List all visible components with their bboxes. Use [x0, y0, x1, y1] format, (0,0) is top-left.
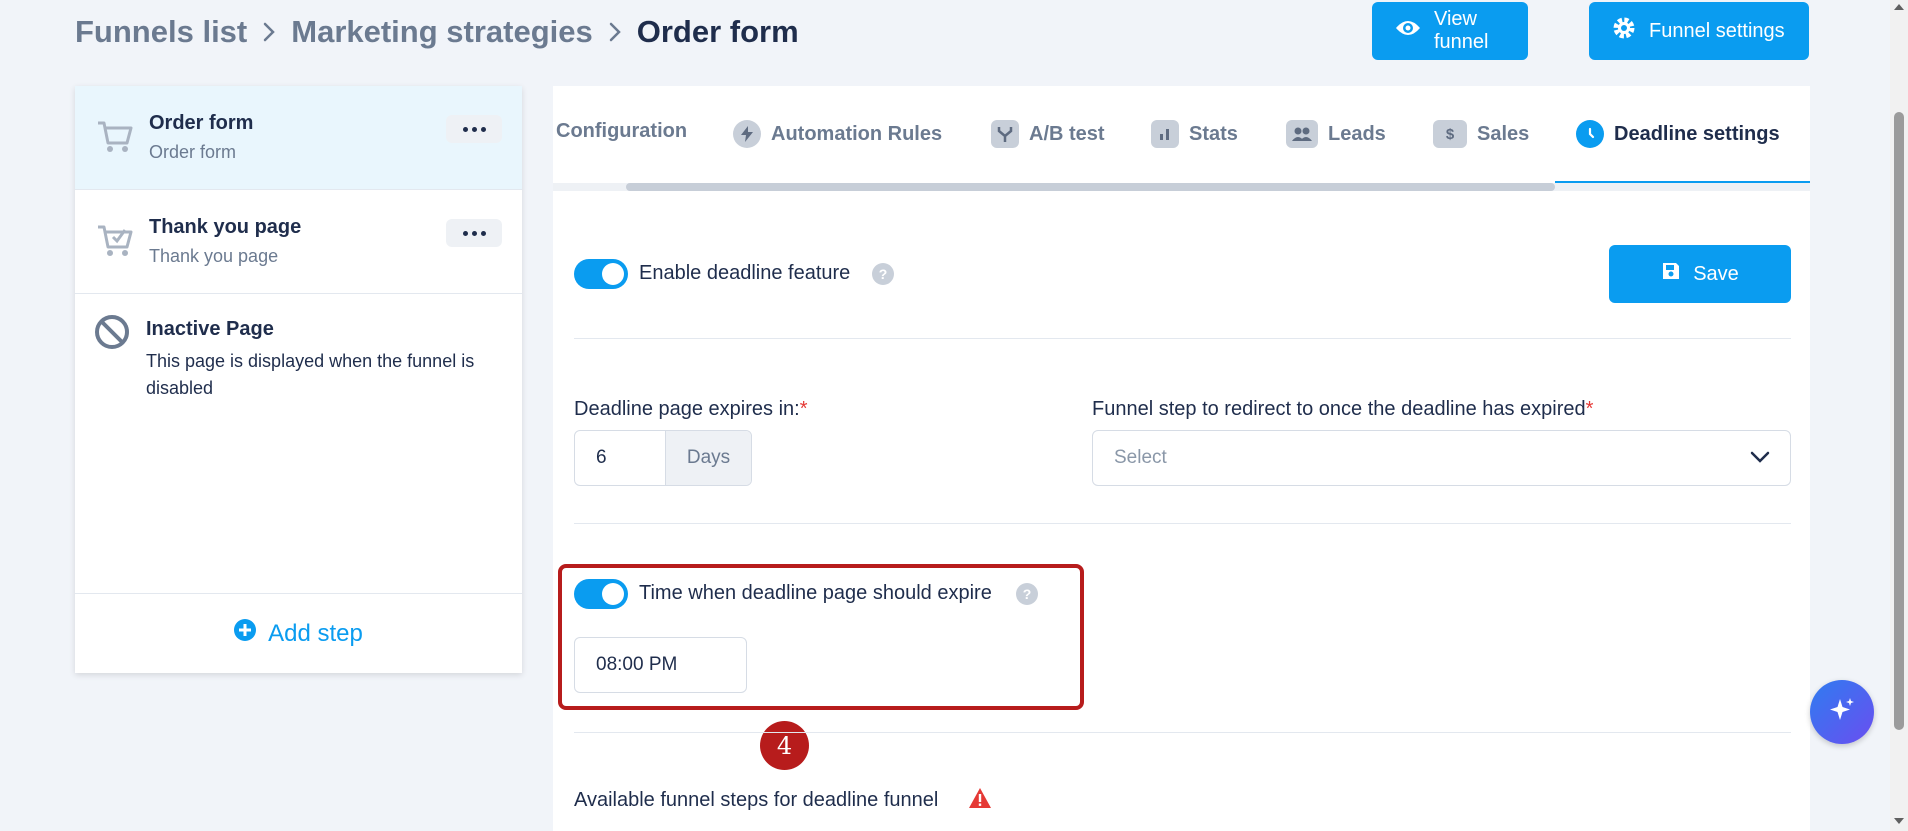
breadcrumb: Funnels list Marketing strategies Order …	[75, 12, 799, 52]
tabs-bar: Configuration Automation Rules A/B test …	[553, 86, 1810, 191]
gear-icon	[1611, 15, 1637, 47]
tab-deadline-settings[interactable]: Deadline settings	[1576, 120, 1780, 148]
tab-leads[interactable]: Leads	[1286, 120, 1386, 148]
save-label: Save	[1693, 262, 1739, 285]
view-funnel-label: View funnel	[1434, 8, 1489, 53]
step-more-button[interactable]	[446, 219, 502, 247]
tab-label: Deadline settings	[1614, 122, 1780, 145]
breadcrumb-funnels-list[interactable]: Funnels list	[75, 14, 247, 50]
funnel-settings-button[interactable]: Funnel settings	[1589, 2, 1809, 60]
ban-icon	[94, 314, 134, 354]
expires-in-unit: Days	[665, 431, 751, 485]
save-button[interactable]: Save	[1609, 245, 1791, 303]
step-description: This page is displayed when the funnel i…	[146, 351, 475, 398]
step-more-button[interactable]	[446, 115, 502, 143]
step-title: Inactive Page	[146, 318, 274, 340]
scroll-down-icon[interactable]	[1894, 818, 1904, 824]
expires-in-input[interactable]: 6	[575, 431, 665, 485]
chevron-down-icon	[1750, 447, 1770, 469]
deadline-settings-panel: Configuration Automation Rules A/B test …	[553, 86, 1810, 831]
tabs-scrollbar-thumb[interactable]	[626, 183, 1555, 191]
floppy-disk-icon	[1661, 261, 1681, 287]
plus-circle-icon	[234, 619, 257, 648]
active-tab-indicator	[1555, 181, 1810, 183]
step-subtitle: Order form	[149, 142, 237, 162]
expires-in-field: 6 Days	[574, 430, 752, 486]
cart-check-icon	[95, 220, 135, 260]
redirect-step-select[interactable]: Select	[1092, 430, 1791, 486]
tab-configuration[interactable]: Configuration	[556, 120, 687, 143]
tab-stats[interactable]: Stats	[1151, 120, 1238, 148]
step-subtitle: Thank you page	[149, 246, 279, 266]
view-funnel-button[interactable]: View funnel	[1372, 2, 1528, 60]
step-title: Order form	[149, 112, 254, 134]
split-icon	[991, 120, 1019, 148]
redirect-step-placeholder: Select	[1114, 447, 1167, 468]
scroll-up-icon[interactable]	[1894, 4, 1904, 10]
divider	[574, 523, 1791, 524]
sidebar-step-inactive-page[interactable]: Inactive Page This page is displayed whe…	[75, 294, 522, 594]
tab-label: Automation Rules	[771, 122, 943, 145]
expires-in-text: Deadline page expires in:	[574, 398, 800, 420]
funnel-settings-label: Funnel settings	[1649, 19, 1785, 42]
bolt-icon	[733, 120, 761, 148]
enable-deadline-label: Enable deadline feature	[639, 262, 851, 284]
cart-icon	[95, 116, 135, 156]
bar-chart-icon	[1151, 120, 1179, 148]
sidebar-step-thank-you-page[interactable]: Thank you page Thank you page	[75, 190, 522, 294]
add-step-button[interactable]: Add step	[75, 593, 522, 673]
clock-icon	[1576, 120, 1604, 148]
page-scrollbar[interactable]	[1890, 0, 1908, 831]
warning-icon	[968, 787, 992, 814]
tab-label: Leads	[1328, 122, 1386, 145]
redirect-step-label: Funnel step to redirect to once the dead…	[1092, 398, 1593, 421]
ai-assistant-button[interactable]	[1810, 680, 1874, 744]
required-mark: *	[799, 398, 808, 420]
tab-label: A/B test	[1029, 122, 1105, 145]
breadcrumb-marketing-strategies[interactable]: Marketing strategies	[291, 14, 593, 50]
divider	[574, 338, 1791, 339]
sparkle-icon	[1827, 695, 1857, 730]
help-icon[interactable]: ?	[872, 263, 894, 285]
tab-label: Sales	[1477, 122, 1530, 145]
dollar-icon: $	[1433, 120, 1467, 148]
chevron-right-icon	[593, 21, 637, 43]
available-steps-label: Available funnel steps for deadline funn…	[574, 789, 939, 811]
funnel-steps-sidebar: Order form Order form Thank you page Tha…	[75, 86, 522, 673]
tab-automation-rules[interactable]: Automation Rules	[733, 120, 942, 148]
tab-label: Stats	[1189, 122, 1238, 145]
step-number-badge: 4	[760, 721, 809, 770]
breadcrumb-current-page: Order form	[636, 14, 799, 49]
tab-label: Configuration	[556, 120, 688, 142]
expires-in-label: Deadline page expires in:*	[574, 398, 808, 421]
step-title: Thank you page	[149, 216, 302, 238]
redirect-step-text: Funnel step to redirect to once the dead…	[1092, 398, 1586, 420]
sidebar-step-order-form[interactable]: Order form Order form	[75, 86, 522, 190]
users-icon	[1286, 120, 1318, 148]
eye-icon	[1394, 18, 1422, 44]
tab-ab-test[interactable]: A/B test	[991, 120, 1105, 148]
scrollbar-thumb[interactable]	[1894, 112, 1904, 730]
divider	[574, 732, 1791, 733]
tab-sales[interactable]: $ Sales	[1433, 120, 1529, 148]
add-step-label: Add step	[268, 619, 363, 647]
required-mark: *	[1585, 398, 1594, 420]
enable-deadline-toggle[interactable]	[574, 259, 628, 289]
highlight-box	[558, 564, 1084, 710]
chevron-right-icon	[247, 21, 291, 43]
